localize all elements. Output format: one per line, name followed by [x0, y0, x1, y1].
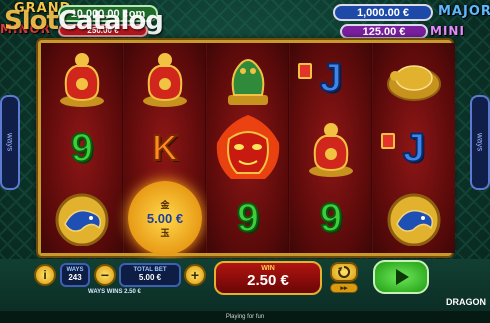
dragon-mask-symbol [207, 113, 289, 183]
provider-brand-text: DRAGON [446, 297, 486, 307]
site-watermark-logo: SlotCatalog [4, 6, 164, 36]
jackpot-major-label: MAJOR [438, 4, 490, 19]
money-bag-symbol [124, 43, 206, 113]
jackpot-major-value: 1,000.00 € [333, 4, 433, 21]
autoplay-icon [338, 265, 351, 278]
plus-icon: + [190, 267, 200, 283]
jackpot-mini-value: 125.00 € [340, 24, 428, 39]
ways-value: 243 [68, 273, 82, 282]
win-value: 2.50 € [247, 272, 289, 289]
money-bag-symbol [290, 113, 372, 183]
jack-emblem-icon [381, 133, 395, 149]
turtle-icon [387, 65, 441, 101]
reel-4: J 9 [290, 43, 372, 253]
reel-2: K 金 5.00 € 玉 [124, 43, 206, 255]
turtle-symbol [373, 43, 455, 113]
increase-bet-button[interactable]: + [184, 264, 206, 286]
ways-display: WAYS 243 [60, 263, 90, 287]
right-side-tab[interactable]: ways [470, 95, 490, 190]
reel-3: 9 [207, 43, 289, 253]
foo-dog-icon [228, 59, 268, 105]
reel-area: 9 K 金 5.00 € 玉 9 J 9 J [38, 40, 455, 256]
money-bag-icon [143, 53, 187, 107]
win-label: WIN [261, 265, 275, 272]
money-bag-icon [60, 53, 104, 107]
jackpot-mini-label: MINI [430, 24, 465, 38]
koi-fish-icon [55, 193, 109, 246]
left-side-tab[interactable]: ways [0, 95, 20, 190]
total-bet-display: TOTAL BET 5.00 € [119, 263, 181, 287]
info-button[interactable]: i [34, 264, 56, 286]
nine-symbol: 9 [236, 195, 260, 241]
nine-symbol: 9 [70, 125, 94, 171]
autoplay-button[interactable] [330, 262, 358, 282]
jack-emblem-icon [298, 63, 312, 79]
reel-1: 9 [41, 43, 123, 253]
money-bag-icon [309, 123, 353, 177]
coin-bonus-symbol: 金 5.00 € 玉 [124, 181, 206, 255]
jack-symbol: J [290, 43, 372, 113]
play-icon [396, 269, 409, 285]
foo-dog-symbol [207, 43, 289, 113]
coin-glyph-top: 金 [160, 199, 170, 210]
coin-value: 5.00 € [146, 210, 184, 226]
total-bet-value: 5.00 € [138, 273, 162, 282]
game-screen: GRAND MINOR 10,000.00 com 250.00 € SlotC… [0, 0, 490, 323]
turbo-button[interactable]: ▸▸ [330, 283, 358, 293]
king-symbol: K [151, 126, 179, 169]
koi-fish-icon [387, 193, 441, 246]
footer-text: Playing for fun [225, 314, 265, 320]
reel-5: J [373, 43, 455, 253]
nine-symbol: 9 [319, 195, 343, 241]
decrease-bet-button[interactable]: − [94, 264, 116, 286]
koi-fish-symbol [373, 183, 455, 253]
jack-symbol: J [373, 113, 455, 183]
fast-forward-icon: ▸▸ [340, 285, 348, 292]
minus-icon: − [100, 267, 110, 283]
ways-wins-text: WAYS WINS 2.50 € [88, 289, 141, 295]
win-display: WIN 2.50 € [214, 261, 322, 295]
spin-button[interactable] [373, 260, 429, 294]
footer-bar: Playing for fun [0, 311, 490, 323]
info-icon: i [43, 268, 47, 282]
dragon-mask-icon [216, 115, 280, 179]
money-bag-symbol [41, 43, 123, 113]
control-bar: i WAYS 243 − TOTAL BET 5.00 € + WAYS WIN… [0, 259, 490, 323]
coin-glyph-bottom: 玉 [160, 227, 170, 238]
koi-fish-symbol [41, 183, 123, 253]
